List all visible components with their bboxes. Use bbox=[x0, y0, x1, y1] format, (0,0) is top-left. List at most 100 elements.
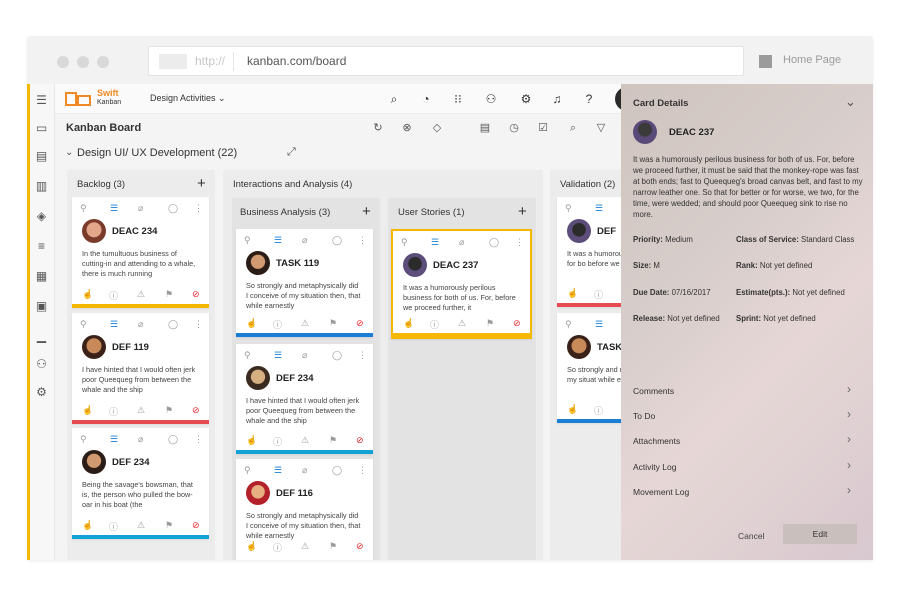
comment-icon[interactable]: ◯ bbox=[168, 434, 178, 445]
thumbs-up-icon[interactable]: ☝ bbox=[246, 435, 257, 446]
more-icon[interactable]: ⋮ bbox=[194, 434, 203, 445]
more-icon[interactable]: ⋮ bbox=[358, 350, 367, 361]
info-icon[interactable]: ⓘ bbox=[594, 288, 603, 301]
window-dot[interactable] bbox=[57, 56, 69, 68]
list-icon[interactable]: ≡ bbox=[35, 240, 48, 253]
link-icon[interactable]: ⚲ bbox=[244, 350, 251, 361]
cancel-button[interactable]: Cancel bbox=[738, 531, 764, 541]
blocked-icon[interactable]: ⊘ bbox=[192, 405, 200, 416]
card-icon[interactable]: ▭ bbox=[35, 122, 48, 135]
link-icon[interactable]: ⚲ bbox=[244, 465, 251, 476]
flag-icon[interactable]: ⚑ bbox=[165, 520, 173, 531]
attachment-icon[interactable]: ⌀ bbox=[302, 350, 307, 361]
more-icon[interactable]: ⋮ bbox=[194, 319, 203, 330]
window-dot[interactable] bbox=[77, 56, 89, 68]
warning-icon[interactable]: ⚠ bbox=[137, 405, 145, 416]
checklist-icon[interactable]: ☰ bbox=[274, 235, 282, 246]
thumbs-up-icon[interactable]: ☝ bbox=[403, 318, 414, 329]
info-icon[interactable]: ⓘ bbox=[109, 520, 118, 533]
monitor-icon[interactable]: ▣ bbox=[35, 300, 48, 313]
info-icon[interactable]: ⓘ bbox=[273, 435, 282, 448]
team-icon[interactable]: ⚇ bbox=[484, 92, 498, 106]
comment-icon[interactable]: ◯ bbox=[332, 465, 342, 476]
kanban-card[interactable]: ⚲ ☰ ⌀ ◯ ⋮ DEF 116 So strongly and metaph… bbox=[236, 459, 373, 560]
warning-icon[interactable]: ⚠ bbox=[301, 541, 309, 552]
flag-icon[interactable]: ⚑ bbox=[329, 318, 337, 329]
kanban-card[interactable]: ⚲ ☰ ⌀ ◯ ⋮ DEAC 234 In the tumultuous bus… bbox=[72, 197, 209, 308]
blocked-icon[interactable]: ⊘ bbox=[192, 289, 200, 300]
address-bar[interactable]: http:// kanban.com/board bbox=[148, 46, 744, 76]
flag-icon[interactable]: ⚑ bbox=[165, 289, 173, 300]
window-dot[interactable] bbox=[97, 56, 109, 68]
checklist-icon[interactable]: ☰ bbox=[595, 203, 603, 214]
checklist-icon[interactable]: ☰ bbox=[274, 465, 282, 476]
blocked-icon[interactable]: ⊘ bbox=[356, 541, 364, 552]
warning-icon[interactable]: ⚠ bbox=[301, 435, 309, 446]
thumbs-up-icon[interactable]: ☝ bbox=[246, 318, 257, 329]
users-icon[interactable]: ⚇ bbox=[35, 358, 48, 371]
project-selector[interactable]: Design Activities ⌄ bbox=[150, 93, 226, 104]
info-icon[interactable]: ⓘ bbox=[594, 404, 603, 417]
more-icon[interactable]: ⋮ bbox=[515, 237, 524, 248]
info-icon[interactable]: ⓘ bbox=[273, 318, 282, 331]
thumbs-up-icon[interactable]: ☝ bbox=[82, 289, 93, 300]
info-icon[interactable]: ⓘ bbox=[273, 541, 282, 554]
kanban-card[interactable]: ⚲ ☰ ⌀ ◯ ⋮ DEF 119 I have hinted that I w… bbox=[72, 313, 209, 424]
warning-icon[interactable]: ⚠ bbox=[137, 520, 145, 531]
link-icon[interactable]: ⚲ bbox=[80, 434, 87, 445]
dashboard-icon[interactable]: ◔ bbox=[419, 92, 433, 106]
more-icon[interactable]: ⋮ bbox=[358, 465, 367, 476]
add-card-button[interactable]: + bbox=[197, 175, 206, 192]
checklist-icon[interactable]: ☰ bbox=[110, 434, 118, 445]
kanban-card[interactable]: ⚲ ☰ ⌀ ◯ ⋮ TASK 119 So strongly and metap… bbox=[236, 229, 373, 337]
settings-icon[interactable]: ⚙ bbox=[35, 386, 48, 399]
calendar-icon[interactable]: ▦ bbox=[35, 270, 48, 283]
search-icon[interactable]: ⌕ bbox=[387, 92, 401, 106]
comment-icon[interactable]: ◯ bbox=[168, 203, 178, 214]
attachment-icon[interactable]: ⌀ bbox=[302, 465, 307, 476]
url-text[interactable]: kanban.com/board bbox=[247, 54, 346, 68]
thumbs-up-icon[interactable]: ☝ bbox=[82, 520, 93, 531]
comment-icon[interactable]: ◯ bbox=[332, 235, 342, 246]
help-icon[interactable]: ? bbox=[582, 92, 596, 106]
flag-icon[interactable]: ⚑ bbox=[329, 541, 337, 552]
add-card-button[interactable]: + bbox=[518, 203, 527, 220]
info-icon[interactable]: ⓘ bbox=[109, 405, 118, 418]
home-icon[interactable] bbox=[759, 55, 772, 68]
attachment-icon[interactable]: ⌀ bbox=[459, 237, 464, 248]
bell-icon[interactable]: ♫ bbox=[550, 92, 564, 106]
board-icon[interactable]: ▥ bbox=[35, 180, 48, 193]
thumbs-up-icon[interactable]: ☝ bbox=[246, 541, 257, 552]
flag-icon[interactable]: ⚑ bbox=[486, 318, 494, 329]
apps-grid-icon[interactable]: ⁝⁝ bbox=[451, 92, 465, 106]
attachment-icon[interactable]: ⌀ bbox=[138, 434, 143, 445]
tag-icon[interactable]: ◇ bbox=[431, 122, 443, 134]
expand-icon[interactable]: ⤢ bbox=[287, 146, 296, 159]
warning-icon[interactable]: ⚠ bbox=[137, 289, 145, 300]
comment-icon[interactable]: ◯ bbox=[489, 237, 499, 248]
checklist-icon[interactable]: ☰ bbox=[110, 203, 118, 214]
link-icon[interactable]: ⚲ bbox=[244, 235, 251, 246]
link-icon[interactable]: ⚲ bbox=[80, 319, 87, 330]
clear-icon[interactable]: ⊗ bbox=[401, 122, 413, 134]
info-icon[interactable]: ⓘ bbox=[109, 289, 118, 302]
comment-icon[interactable]: ◯ bbox=[168, 319, 178, 330]
report-icon[interactable]: ▤ bbox=[479, 122, 491, 134]
attachment-icon[interactable]: ⌀ bbox=[138, 203, 143, 214]
collapse-chevron-icon[interactable]: ⌄ bbox=[845, 94, 856, 110]
checklist-icon[interactable]: ☰ bbox=[110, 319, 118, 330]
filter-icon[interactable]: ▽ bbox=[595, 122, 607, 134]
menu-icon[interactable]: ☰ bbox=[35, 94, 48, 107]
info-icon[interactable]: ⓘ bbox=[430, 318, 439, 331]
checklist-icon[interactable]: ☰ bbox=[595, 319, 603, 330]
blocked-icon[interactable]: ⊘ bbox=[513, 318, 521, 329]
chart-icon[interactable]: ▁ bbox=[35, 330, 48, 343]
warning-icon[interactable]: ⚠ bbox=[458, 318, 466, 329]
kanban-card[interactable]: ⚲ ☰ ⌀ ◯ ⋮ DEF 234 I have hinted that I w… bbox=[236, 344, 373, 454]
more-icon[interactable]: ⋮ bbox=[358, 235, 367, 246]
layers-icon[interactable]: ◈ bbox=[35, 210, 48, 223]
kanban-card[interactable]: ⚲ ☰ ⌀ ◯ ⋮ DEF 234 Being the savage's bow… bbox=[72, 428, 209, 539]
swimlane-header[interactable]: ⌄ Design UI/ UX Development (22) ⤢ bbox=[55, 142, 621, 164]
zoom-icon[interactable]: ⌕ bbox=[567, 122, 579, 134]
more-icon[interactable]: ⋮ bbox=[194, 203, 203, 214]
